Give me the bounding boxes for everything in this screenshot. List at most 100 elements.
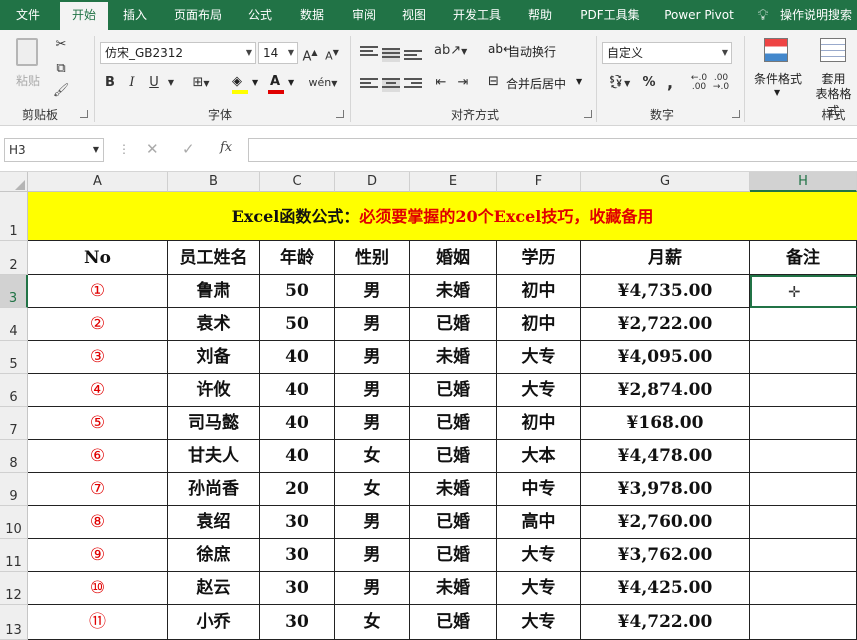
border-icon[interactable]: ⊞▼ <box>186 72 216 94</box>
copy-icon[interactable]: ⧉ <box>52 58 70 80</box>
column-header-a[interactable]: A <box>28 172 168 192</box>
formula-input[interactable] <box>248 138 857 162</box>
table-cell[interactable]: ¥2,722.00 <box>581 308 750 341</box>
align-bottom-icon[interactable] <box>404 50 422 64</box>
table-cell[interactable]: 袁绍 <box>168 506 260 539</box>
table-cell[interactable]: ¥4,478.00 <box>581 440 750 473</box>
table-cell[interactable]: 50 <box>260 308 335 341</box>
table-cell[interactable]: 男 <box>335 308 410 341</box>
table-cell[interactable]: 女 <box>335 473 410 506</box>
conditional-format-button[interactable]: 条件格式 ▼ <box>750 36 806 102</box>
cancel-icon[interactable]: ✕ <box>146 140 159 158</box>
table-cell[interactable]: ¥2,760.00 <box>581 506 750 539</box>
table-cell[interactable]: 已婚 <box>410 407 497 440</box>
underline-button[interactable]: U <box>144 72 164 94</box>
table-cell[interactable]: 刘备 <box>168 341 260 374</box>
row-header-8[interactable]: 8 <box>0 440 28 473</box>
row-header-13[interactable]: 13 <box>0 605 28 640</box>
shrink-font-icon[interactable]: A▼ <box>322 42 342 64</box>
table-cell[interactable]: ¥4,095.00 <box>581 341 750 374</box>
table-cell[interactable]: 未婚 <box>410 473 497 506</box>
table-cell[interactable] <box>750 539 857 572</box>
row-header-5[interactable]: 5 <box>0 341 28 374</box>
font-launcher-icon[interactable] <box>336 110 344 118</box>
tab-insert[interactable]: 插入 <box>112 0 158 30</box>
font-size-combo[interactable]: 14 ▼ <box>258 42 298 64</box>
table-cell[interactable]: 40 <box>260 407 335 440</box>
table-cell[interactable] <box>750 605 857 640</box>
paste-button[interactable]: 粘贴 <box>8 36 48 96</box>
table-header-cell[interactable]: No <box>28 241 168 275</box>
row-number-cell[interactable]: ② <box>28 308 168 341</box>
table-cell[interactable]: 已婚 <box>410 308 497 341</box>
decrease-decimal-icon[interactable]: .00 →.0 <box>712 74 730 96</box>
align-middle-icon[interactable] <box>382 48 400 62</box>
font-name-combo[interactable]: 仿宋_GB2312 ▼ <box>100 42 256 64</box>
table-header-cell[interactable]: 备注 <box>750 241 857 275</box>
row-header-6[interactable]: 6 <box>0 374 28 407</box>
tab-page-layout[interactable]: 页面布局 <box>164 0 232 30</box>
row-header-9[interactable]: 9 <box>0 473 28 506</box>
table-cell[interactable]: 40 <box>260 374 335 407</box>
table-cell[interactable]: 男 <box>335 539 410 572</box>
table-cell[interactable]: 高中 <box>497 506 581 539</box>
table-cell[interactable]: 许攸 <box>168 374 260 407</box>
table-cell[interactable]: ¥168.00 <box>581 407 750 440</box>
table-cell[interactable]: 30 <box>260 539 335 572</box>
chevron-down-icon[interactable]: ▼ <box>166 72 176 94</box>
merge-center-button[interactable]: ⊟ 合并后居中 ▼ <box>486 72 586 94</box>
tab-developer[interactable]: 开发工具 <box>444 0 510 30</box>
comma-button[interactable]: , <box>662 72 678 94</box>
decrease-indent-icon[interactable]: ⇤ <box>432 72 450 94</box>
table-cell[interactable]: ¥3,978.00 <box>581 473 750 506</box>
column-header-d[interactable]: D <box>335 172 410 192</box>
table-cell[interactable]: 未婚 <box>410 275 497 308</box>
table-cell[interactable]: 女 <box>335 440 410 473</box>
table-cell[interactable]: 大专 <box>497 539 581 572</box>
table-cell[interactable]: 40 <box>260 341 335 374</box>
format-painter-icon[interactable]: 🖌︎ <box>52 80 70 102</box>
clipboard-launcher-icon[interactable] <box>80 110 88 118</box>
orientation-icon[interactable]: ab↗▼ <box>434 40 467 62</box>
align-left-icon[interactable] <box>360 78 378 92</box>
table-cell[interactable] <box>750 440 857 473</box>
increase-indent-icon[interactable]: ⇥ <box>454 72 472 94</box>
table-cell[interactable]: 袁术 <box>168 308 260 341</box>
wrap-text-button[interactable]: ab↵ 自动换行 <box>486 40 576 62</box>
font-color-button[interactable]: A ▼ <box>266 74 296 96</box>
table-cell[interactable]: 已婚 <box>410 539 497 572</box>
row-number-cell[interactable]: ⑦ <box>28 473 168 506</box>
row-header-4[interactable]: 4 <box>0 308 28 341</box>
active-cell-cursor[interactable]: ✛ <box>750 275 857 308</box>
table-cell[interactable]: 男 <box>335 341 410 374</box>
table-cell[interactable]: 司马懿 <box>168 407 260 440</box>
insert-function-button[interactable]: fx <box>220 140 232 155</box>
align-center-icon[interactable] <box>382 78 400 92</box>
table-cell[interactable]: 大专 <box>497 374 581 407</box>
row-header-7[interactable]: 7 <box>0 407 28 440</box>
table-cell[interactable]: 中专 <box>497 473 581 506</box>
table-cell[interactable]: 20 <box>260 473 335 506</box>
row-number-cell[interactable]: ⑤ <box>28 407 168 440</box>
table-cell[interactable]: ¥3,762.00 <box>581 539 750 572</box>
table-cell[interactable]: 50 <box>260 275 335 308</box>
row-number-cell[interactable]: ⑩ <box>28 572 168 605</box>
table-cell[interactable]: 大专 <box>497 572 581 605</box>
table-cell[interactable]: 未婚 <box>410 572 497 605</box>
cut-icon[interactable]: ✂ <box>52 34 70 56</box>
align-right-icon[interactable] <box>404 78 422 92</box>
table-header-cell[interactable]: 性别 <box>335 241 410 275</box>
alignment-launcher-icon[interactable] <box>584 110 592 118</box>
row-number-cell[interactable]: ⑥ <box>28 440 168 473</box>
fill-color-button[interactable]: ◈ ▼ <box>230 74 260 96</box>
table-cell[interactable]: 大本 <box>497 440 581 473</box>
name-box[interactable]: H3 ▼ <box>4 138 104 162</box>
table-header-cell[interactable]: 员工姓名 <box>168 241 260 275</box>
row-header-1[interactable]: 1 <box>0 192 28 241</box>
table-cell[interactable]: 小乔 <box>168 605 260 640</box>
table-cell[interactable]: 已婚 <box>410 440 497 473</box>
italic-button[interactable]: I <box>122 72 142 94</box>
table-cell[interactable]: ¥4,735.00 <box>581 275 750 308</box>
row-number-cell[interactable]: ③ <box>28 341 168 374</box>
tab-formulas[interactable]: 公式 <box>236 0 284 30</box>
